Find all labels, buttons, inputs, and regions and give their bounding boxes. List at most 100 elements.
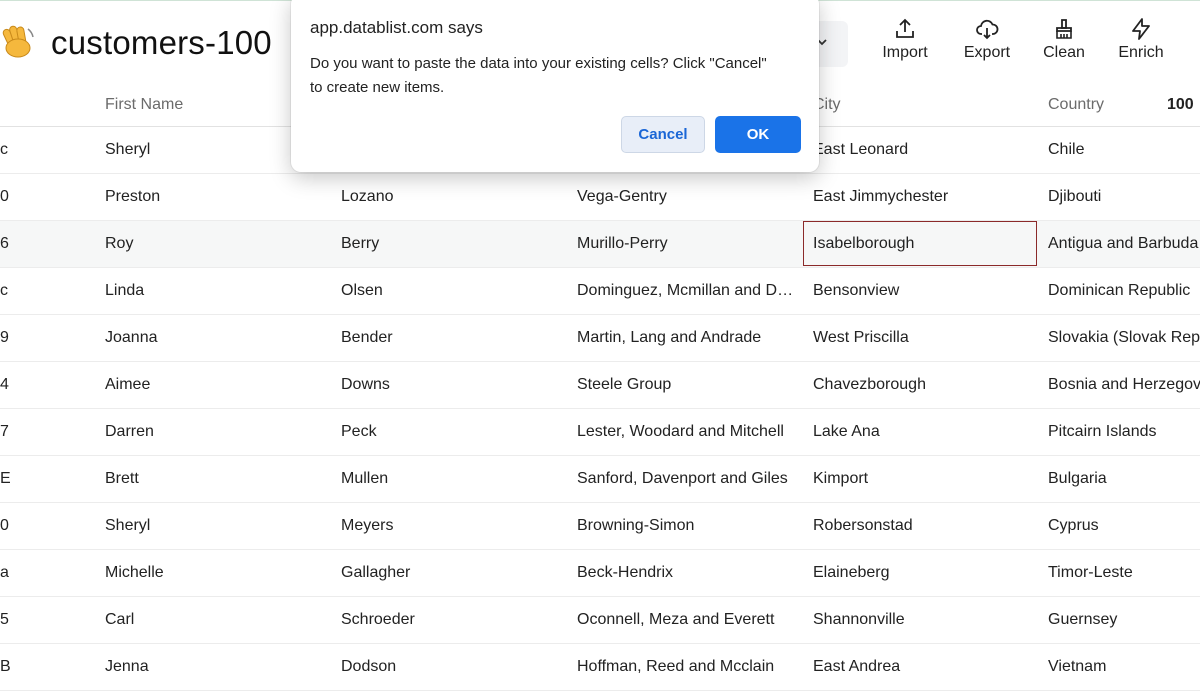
cell-country[interactable]: Pitcairn Islands (1048, 423, 1200, 441)
row-id: c (0, 282, 8, 299)
cell-first-name[interactable]: Linda (105, 282, 330, 300)
cell-first-name[interactable]: Michelle (105, 564, 330, 582)
column-header-first-name[interactable]: First Name (105, 96, 183, 114)
row-id: c (0, 141, 8, 158)
row-id: 4 (0, 376, 9, 393)
cell-city[interactable]: Elaineberg (813, 564, 1035, 582)
table-row[interactable]: B Jenna Dodson Hoffman, Reed and Mcclain… (0, 644, 1200, 691)
cell-country[interactable]: Cyprus (1048, 517, 1200, 535)
cell-city[interactable]: East Andrea (813, 658, 1035, 676)
cell-city[interactable]: Robersonstad (813, 517, 1035, 535)
cell-city[interactable]: Kimport (813, 470, 1035, 488)
cell-country[interactable]: Vietnam (1048, 658, 1200, 676)
row-id: 5 (0, 611, 9, 628)
export-button[interactable]: Export (960, 17, 1014, 62)
cell-company[interactable]: Oconnell, Meza and Everett (577, 611, 797, 629)
cell-company[interactable]: Browning-Simon (577, 517, 797, 535)
cell-first-name[interactable]: Preston (105, 188, 330, 206)
cell-first-name[interactable]: Carl (105, 611, 330, 629)
cell-last-name[interactable]: Schroeder (341, 611, 566, 629)
table-row[interactable]: E Brett Mullen Sanford, Davenport and Gi… (0, 456, 1200, 503)
cell-last-name[interactable]: Lozano (341, 188, 566, 206)
cell-company[interactable]: Sanford, Davenport and Giles (577, 470, 797, 488)
table-row[interactable]: 0 Preston Lozano Vega-Gentry East Jimmyc… (0, 174, 1200, 221)
cell-company[interactable]: Martin, Lang and Andrade (577, 329, 797, 347)
cell-country[interactable]: Bosnia and Herzegov (1048, 376, 1200, 394)
cell-last-name[interactable]: Mullen (341, 470, 566, 488)
cell-company[interactable]: Murillo-Perry (577, 235, 797, 253)
row-id: E (0, 470, 11, 487)
cell-city[interactable]: Shannonville (813, 611, 1035, 629)
row-id: B (0, 658, 11, 675)
cell-first-name[interactable]: Brett (105, 470, 330, 488)
cloud-download-icon (976, 19, 999, 40)
cell-last-name[interactable]: Bender (341, 329, 566, 347)
import-button[interactable]: Import (878, 17, 932, 62)
cancel-button[interactable]: Cancel (621, 116, 705, 153)
cell-last-name[interactable]: Olsen (341, 282, 566, 300)
cell-first-name[interactable]: Roy (105, 235, 330, 253)
cell-city[interactable]: East Leonard (813, 141, 1035, 159)
cell-last-name[interactable]: Meyers (341, 517, 566, 535)
row-id: 9 (0, 329, 9, 346)
cell-first-name[interactable]: Jenna (105, 658, 330, 676)
cell-country[interactable]: Bulgaria (1048, 470, 1200, 488)
cell-country[interactable]: Guernsey (1048, 611, 1200, 629)
cell-last-name[interactable]: Downs (341, 376, 566, 394)
cell-country[interactable]: Antigua and Barbuda (1048, 235, 1200, 253)
cell-company[interactable]: Hoffman, Reed and Mcclain (577, 658, 797, 676)
import-label: Import (882, 44, 928, 61)
cell-country[interactable]: Chile (1048, 141, 1200, 159)
dialog-title: app.datablist.com says (310, 18, 483, 37)
cell-city[interactable]: Bensonview (813, 282, 1035, 300)
cell-company[interactable]: Vega-Gentry (577, 188, 797, 206)
cell-first-name[interactable]: Sheryl (105, 517, 330, 535)
cell-country[interactable]: Djibouti (1048, 188, 1200, 206)
data-table: c Sheryl East Leonard Chile 0 Preston Lo… (0, 127, 1200, 691)
cell-country[interactable]: Slovakia (Slovak Rep (1048, 329, 1200, 347)
row-id: 0 (0, 188, 9, 205)
item-count: 100 (1167, 96, 1194, 113)
cell-city[interactable]: Lake Ana (813, 423, 1035, 441)
table-row[interactable]: 0 Sheryl Meyers Browning-Simon Robersons… (0, 503, 1200, 550)
cell-last-name[interactable]: Berry (341, 235, 566, 253)
cell-last-name[interactable]: Dodson (341, 658, 566, 676)
ok-button[interactable]: OK (715, 116, 801, 153)
cell-city[interactable]: West Priscilla (813, 329, 1035, 347)
table-row[interactable]: 5 Carl Schroeder Oconnell, Meza and Ever… (0, 597, 1200, 644)
upload-icon (896, 18, 914, 38)
clean-button[interactable]: Clean (1040, 17, 1088, 62)
enrich-label: Enrich (1118, 44, 1164, 61)
enrich-button[interactable]: Enrich (1116, 17, 1166, 62)
cell-company[interactable]: Steele Group (577, 376, 797, 394)
cell-country[interactable]: Timor-Leste (1048, 564, 1200, 582)
table-row[interactable]: 4 Aimee Downs Steele Group Chavezborough… (0, 362, 1200, 409)
dialog-message: Do you want to paste the data into your … (310, 55, 767, 96)
column-header-country[interactable]: Country (1048, 96, 1104, 114)
waving-hand-icon (0, 21, 36, 61)
broom-icon (1056, 19, 1072, 39)
row-id: 0 (0, 517, 9, 534)
cell-city[interactable]: Chavezborough (813, 376, 1035, 394)
cell-first-name[interactable]: Darren (105, 423, 330, 441)
cell-company[interactable]: Lester, Woodard and Mitchell (577, 423, 797, 441)
confirm-dialog: app.datablist.com says Do you want to pa… (291, 0, 819, 172)
cell-company[interactable]: Dominguez, Mcmillan and D… (577, 282, 797, 300)
table-row[interactable]: 9 Joanna Bender Martin, Lang and Andrade… (0, 315, 1200, 362)
cell-city[interactable]: Isabelborough (813, 235, 1035, 253)
cell-last-name[interactable]: Peck (341, 423, 566, 441)
cell-city[interactable]: East Jimmychester (813, 188, 1035, 206)
cell-first-name[interactable]: Aimee (105, 376, 330, 394)
table-row[interactable]: 6 Roy Berry Murillo-Perry Isabelborough … (0, 221, 1200, 268)
table-row[interactable]: a Michelle Gallagher Beck-Hendrix Elaine… (0, 550, 1200, 597)
row-id: a (0, 564, 9, 581)
cell-company[interactable]: Beck-Hendrix (577, 564, 797, 582)
cell-last-name[interactable]: Gallagher (341, 564, 566, 582)
cell-country[interactable]: Dominican Republic (1048, 282, 1200, 300)
row-id: 7 (0, 423, 9, 440)
table-row[interactable]: c Linda Olsen Dominguez, Mcmillan and D…… (0, 268, 1200, 315)
cell-first-name[interactable]: Joanna (105, 329, 330, 347)
page-title: customers-100 (51, 24, 272, 61)
table-row[interactable]: 7 Darren Peck Lester, Woodard and Mitche… (0, 409, 1200, 456)
clean-label: Clean (1043, 44, 1085, 61)
